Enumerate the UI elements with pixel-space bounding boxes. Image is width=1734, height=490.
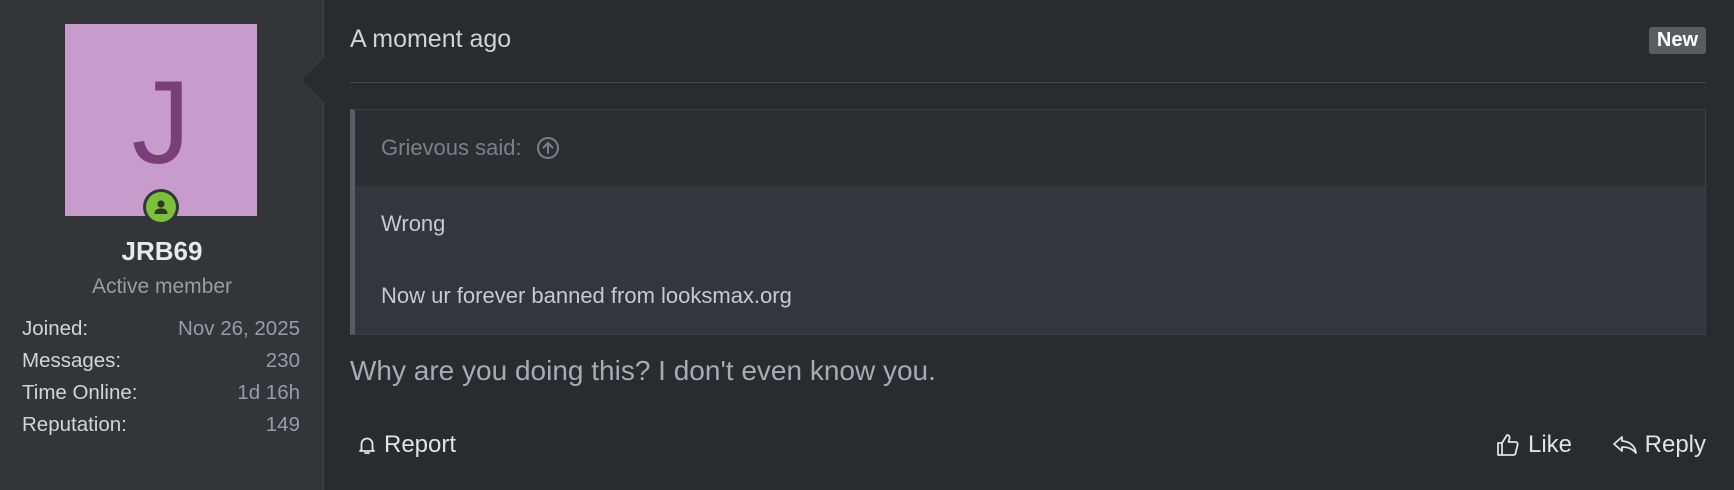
new-badge: New — [1648, 27, 1706, 54]
header-divider — [350, 82, 1706, 83]
stat-value: Nov 26, 2025 — [178, 317, 300, 340]
quote-block: Grievous said: Wrong Now ur forever bann… — [350, 109, 1706, 335]
avatar[interactable]: J — [65, 24, 257, 216]
like-button[interactable]: Like — [1494, 425, 1572, 465]
quote-text-line: Wrong — [381, 211, 446, 236]
online-user-icon — [146, 192, 176, 222]
stat-reputation: Reputation: 149 — [22, 409, 300, 441]
bell-icon — [359, 437, 375, 454]
quote-text-line: Now ur forever banned from looksmax.org — [381, 283, 792, 308]
username-link[interactable]: JRB69 — [0, 236, 324, 267]
stat-joined: Joined: Nov 26, 2025 — [22, 313, 300, 345]
stat-value[interactable]: 230 — [266, 345, 300, 377]
forum-post: J JRB69 Active member Joined: Nov 26, 20… — [0, 0, 1734, 490]
stat-label: Time Online: — [22, 381, 138, 404]
like-label: Like — [1527, 431, 1572, 458]
post-pointer-arrow — [303, 57, 325, 103]
user-sidebar: J JRB69 Active member Joined: Nov 26, 20… — [0, 0, 324, 490]
stat-value: 149 — [265, 413, 300, 436]
report-label: Report — [384, 431, 457, 458]
stat-label: Reputation: — [22, 413, 127, 436]
stat-label: Messages: — [22, 349, 122, 372]
stat-label: Joined: — [22, 317, 89, 340]
quote-author: Grievous said: — [381, 135, 522, 160]
reply-arrow-icon — [1612, 436, 1637, 454]
user-title: Active member — [91, 275, 233, 298]
thumbs-up-icon — [1497, 434, 1519, 456]
reply-label: Reply — [1644, 431, 1706, 458]
post-timestamp[interactable]: A moment ago — [350, 25, 511, 54]
stat-time-online: Time Online: 1d 16h — [22, 377, 300, 409]
post-main: A moment ago New Grievous said: Wrong No… — [350, 0, 1706, 490]
user-stats: Joined: Nov 26, 2025 Messages: 230 Time … — [22, 313, 300, 441]
post-actions: Report Like Reply — [350, 425, 1706, 465]
stat-messages: Messages: 230 — [22, 345, 300, 377]
avatar-letter: J — [131, 57, 191, 189]
online-status-badge — [143, 189, 179, 225]
arrow-up-circle-icon[interactable] — [536, 136, 560, 160]
post-message: Why are you doing this? I don't even kno… — [350, 355, 936, 386]
report-button[interactable]: Report — [356, 425, 456, 465]
stat-value: 1d 16h — [237, 381, 300, 404]
quote-header[interactable]: Grievous said: — [355, 110, 1705, 186]
reply-button[interactable]: Reply — [1611, 425, 1706, 465]
